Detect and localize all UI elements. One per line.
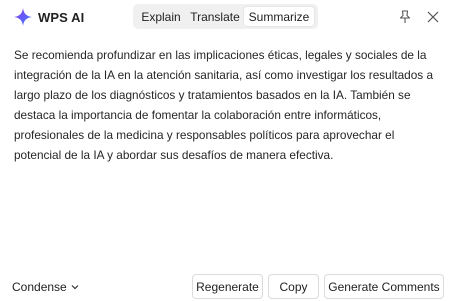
generate-comments-button[interactable]: Generate Comments bbox=[324, 274, 444, 299]
sparkle-icon bbox=[14, 8, 32, 26]
length-selector[interactable]: Condense bbox=[12, 279, 79, 295]
tab-translate[interactable]: Translate bbox=[186, 7, 244, 26]
length-selector-label: Condense bbox=[12, 280, 67, 294]
wps-ai-panel: WPS AI Explain Translate Summarize Se re… bbox=[0, 0, 456, 301]
panel-header: WPS AI Explain Translate Summarize bbox=[0, 0, 456, 34]
panel-footer: Condense Regenerate Copy Generate Commen… bbox=[0, 274, 456, 300]
regenerate-button[interactable]: Regenerate bbox=[192, 274, 263, 299]
brand: WPS AI bbox=[14, 6, 84, 28]
mode-tabs: Explain Translate Summarize bbox=[133, 4, 318, 29]
tab-summarize[interactable]: Summarize bbox=[244, 7, 314, 26]
tab-explain[interactable]: Explain bbox=[136, 7, 186, 26]
chevron-down-icon bbox=[71, 285, 79, 290]
close-icon[interactable] bbox=[425, 9, 441, 25]
summary-text: Se recomienda profundizar en las implica… bbox=[14, 48, 434, 162]
brand-name: WPS AI bbox=[38, 9, 85, 25]
copy-button[interactable]: Copy bbox=[268, 274, 319, 299]
pin-icon[interactable] bbox=[397, 9, 413, 25]
